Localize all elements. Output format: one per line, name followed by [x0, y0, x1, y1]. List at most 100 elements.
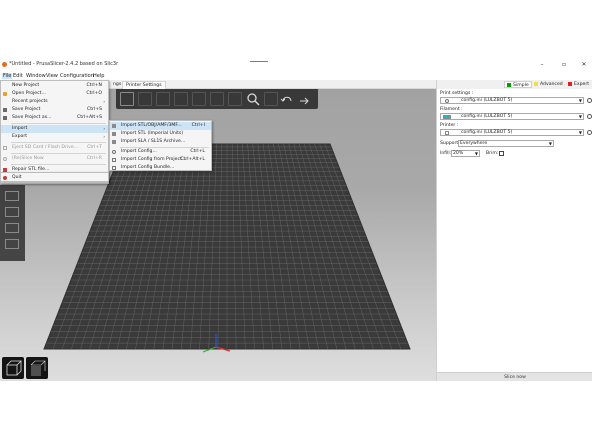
print-settings-value: config.ini (LULZBOT 5)	[461, 98, 513, 103]
printer-icon	[445, 131, 449, 135]
mode-switcher: Simple Advanced Expert	[437, 80, 592, 89]
add-icon[interactable]	[120, 92, 134, 106]
menu-separator	[11, 142, 106, 143]
rotate-icon[interactable]	[5, 207, 19, 217]
mode-advanced-dot	[534, 81, 538, 86]
menu-item-label: Open Project...	[12, 91, 46, 96]
print-settings-combo[interactable]: config.ini (LULZBOT 5) ▼	[440, 97, 584, 104]
menu-item-import-config[interactable]: Import Config... Ctrl+L	[110, 148, 211, 156]
arrange-icon[interactable]	[174, 92, 188, 106]
place-on-face-icon[interactable]	[5, 223, 19, 233]
file-menu-tail: Quit	[0, 172, 109, 182]
menu-item-label: Save Project	[12, 107, 41, 112]
menu-item-import-config-bundle[interactable]: Import Config Bundle...	[110, 164, 211, 172]
window-title: *Untitled - PrusaSlicer-2.4.2 based on S…	[9, 61, 119, 67]
menu-item-import-stl-imperial[interactable]: Import STL (Imperial Units)	[110, 130, 211, 138]
close-icon[interactable]: ✕	[579, 61, 589, 69]
menu-item-shortcut: Ctrl+R	[86, 156, 102, 161]
menu-item-label: Import Config from Project...	[121, 157, 187, 162]
scale-icon[interactable]	[5, 191, 19, 201]
supports-combo[interactable]: Everywhere ▼	[458, 140, 554, 147]
menu-item-save-project[interactable]: Save Project Ctrl+S	[1, 106, 108, 114]
menu-item-label: New Project	[12, 83, 40, 88]
infill-combo[interactable]: 20% ▼	[451, 150, 480, 157]
minimize-icon[interactable]: –	[537, 61, 547, 69]
eject-icon	[3, 146, 7, 150]
chevron-down-icon: ▼	[548, 141, 552, 146]
chevron-down-icon: ▼	[578, 130, 582, 135]
open-project-icon	[3, 92, 7, 96]
mode-expert-button[interactable]: Expert	[568, 81, 589, 88]
menu-item-open-project[interactable]: Open Project... Ctrl+O	[1, 90, 108, 98]
gear-icon[interactable]	[587, 114, 592, 119]
menu-item-shortcut: Ctrl+Alt+L	[180, 157, 205, 162]
menu-help[interactable]: Help	[93, 73, 104, 79]
chevron-down-icon: ▼	[578, 98, 582, 103]
mode-simple-button[interactable]: Simple	[504, 81, 532, 88]
menu-item-shortcut: Ctrl+Alt+S	[76, 115, 102, 120]
filament-value: config.ini (LULZBOT 5)	[461, 114, 513, 119]
menu-item-label: Import SLA / SL1S Archive...	[121, 139, 186, 144]
menu-item-label: Import Config Bundle...	[121, 165, 175, 170]
tab-printer-settings[interactable]: Printer Settings	[122, 81, 166, 89]
menu-item-quit[interactable]: Quit	[1, 174, 108, 182]
right-sidebar: Simple Advanced Expert Print settings : …	[436, 80, 592, 381]
menu-file[interactable]: File	[2, 73, 13, 79]
layers-editing-icon[interactable]	[264, 92, 278, 106]
preview-icon[interactable]	[26, 357, 48, 379]
menu-item-import-sla-archive[interactable]: Import SLA / SL1S Archive...	[110, 138, 211, 146]
filament-color-swatch	[443, 115, 451, 119]
gear-icon[interactable]	[587, 130, 592, 135]
menu-item-label: Import STL (Imperial Units)	[121, 131, 184, 136]
slice-now-button[interactable]: Slice now	[437, 372, 592, 381]
save-icon	[3, 108, 7, 112]
cut-icon[interactable]	[5, 239, 19, 249]
menu-item-import-stl-obj-amf-3mf[interactable]: Import STL/OBJ/AMF/3MF... Ctrl+I	[110, 122, 211, 130]
infill-value: 20%	[453, 151, 464, 156]
mode-advanced-label: Advanced	[540, 82, 563, 87]
menu-item-reslice-now[interactable]: (Re)Slice Now Ctrl+R	[1, 155, 108, 163]
filament-label: Filament :	[440, 107, 463, 112]
menu-item-shortcut: Ctrl+T	[87, 145, 102, 150]
paste-icon[interactable]	[210, 92, 224, 106]
supports-value: Everywhere	[460, 141, 488, 146]
import-icon	[112, 132, 116, 136]
gear-icon[interactable]	[587, 98, 592, 103]
undo-icon[interactable]	[280, 92, 294, 106]
left-toolbar	[0, 185, 25, 261]
maximize-icon[interactable]: ▫	[559, 61, 569, 69]
import-submenu: Import STL/OBJ/AMF/3MF... Ctrl+I Import …	[109, 120, 212, 171]
mode-advanced-button[interactable]: Advanced	[534, 81, 563, 88]
menu-view[interactable]: View	[46, 73, 58, 79]
3d-view-icon[interactable]	[2, 357, 24, 379]
brim-checkbox[interactable]	[499, 151, 504, 156]
search-icon[interactable]	[246, 92, 260, 106]
delete-all-icon[interactable]	[156, 92, 170, 106]
menu-separator	[11, 153, 106, 154]
top-toolbar	[116, 89, 318, 109]
menu-item-shortcut: Ctrl+I	[191, 123, 205, 128]
filament-combo[interactable]: config.ini (LULZBOT 5) ▼	[440, 113, 584, 120]
menu-item-label: Import STL/OBJ/AMF/3MF...	[121, 123, 182, 128]
menu-edit[interactable]: Edit	[13, 73, 23, 79]
menu-item-shortcut: Ctrl+S	[87, 107, 102, 112]
menu-item-export[interactable]: Export ›	[1, 133, 108, 141]
brim-label: Brim:	[486, 151, 499, 156]
redo-icon[interactable]	[298, 92, 312, 106]
menu-item-import[interactable]: Import ›	[1, 125, 108, 133]
printer-combo[interactable]: config.ini (LULZBOT 5) ▼	[440, 129, 584, 136]
add-instance-icon[interactable]	[228, 92, 242, 106]
menu-item-eject-sd-card[interactable]: Eject SD Card / Flash Drive... Ctrl+T	[1, 144, 108, 152]
delete-icon[interactable]	[138, 92, 152, 106]
menu-item-label: Save Project as...	[12, 115, 52, 120]
prusaslicer-app-icon	[2, 62, 7, 67]
menu-window[interactable]: Window	[26, 73, 46, 79]
prusaslicer-window: *Untitled - PrusaSlicer-2.4.2 based on S…	[0, 58, 592, 381]
save-as-icon	[3, 116, 7, 120]
menu-item-save-project-as[interactable]: Save Project as... Ctrl+Alt+S	[1, 114, 108, 122]
menu-item-import-config-from-project[interactable]: Import Config from Project... Ctrl+Alt+L	[110, 156, 211, 164]
menu-configuration[interactable]: Configuration	[60, 73, 94, 79]
menu-item-new-project[interactable]: New Project Ctrl+N	[1, 82, 108, 90]
copy-icon[interactable]	[192, 92, 206, 106]
menu-item-recent-projects[interactable]: Recent projects ›	[1, 98, 108, 106]
